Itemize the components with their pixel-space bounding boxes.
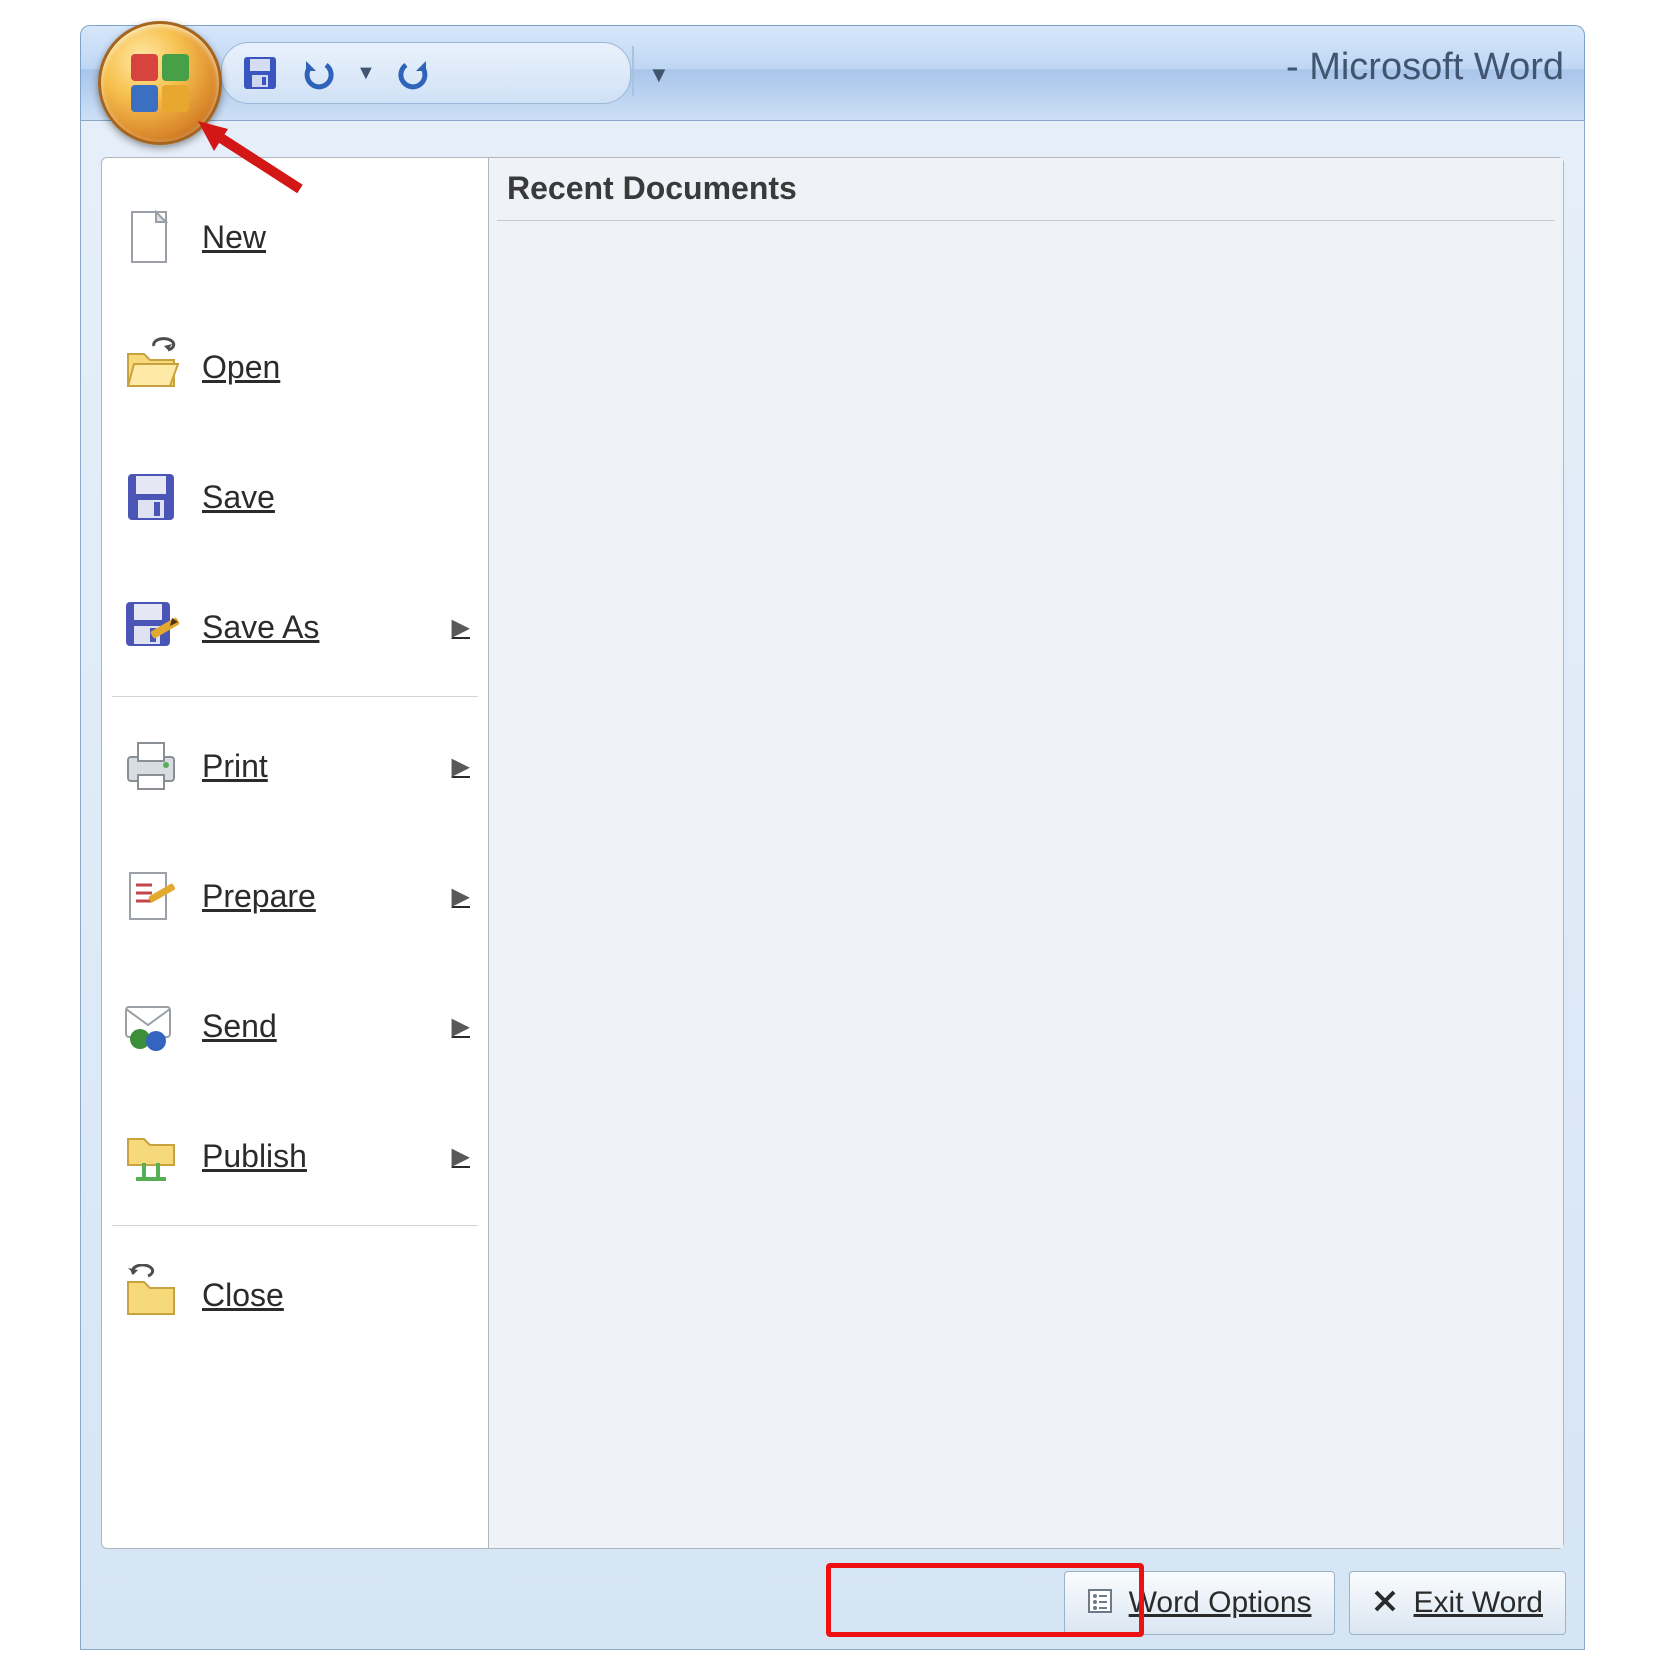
quick-access-toolbar: ▼ xyxy=(221,42,631,104)
menu-item-save-as[interactable]: Save As ▶ xyxy=(110,562,480,692)
close-icon xyxy=(1372,1588,1402,1618)
menu-item-open[interactable]: Open xyxy=(110,302,480,432)
menu-item-close[interactable]: Close xyxy=(110,1230,480,1360)
menu-item-label: Publish xyxy=(202,1138,432,1175)
exit-word-button[interactable]: Exit Word xyxy=(1349,1571,1566,1635)
exit-word-label: Exit Word xyxy=(1414,1586,1543,1620)
app-window: ▼ ▼ - Microsoft Word New xyxy=(80,25,1585,1650)
menu-item-label: Print xyxy=(202,748,432,785)
office-menu: New Open Save xyxy=(80,120,1585,1650)
qat-separator xyxy=(632,46,634,96)
recent-documents-header: Recent Documents xyxy=(507,170,797,207)
prepare-icon xyxy=(120,865,182,927)
chevron-right-icon: ▶ xyxy=(452,613,470,642)
menu-item-print[interactable]: Print ▶ xyxy=(110,701,480,831)
window-title: - Microsoft Word xyxy=(1286,46,1564,89)
folder-close-icon xyxy=(120,1264,182,1326)
publish-icon xyxy=(120,1125,182,1187)
menu-item-send[interactable]: Send ▶ xyxy=(110,961,480,1091)
chevron-right-icon: ▶ xyxy=(452,1012,470,1041)
annotation-arrow-icon xyxy=(190,119,310,199)
menu-item-save[interactable]: Save xyxy=(110,432,480,562)
menu-item-label: Prepare xyxy=(202,878,432,915)
chevron-right-icon: ▶ xyxy=(452,1142,470,1171)
menu-separator xyxy=(112,1225,478,1226)
folder-open-icon xyxy=(120,336,182,398)
office-menu-footer: Word Options Exit Word xyxy=(81,1557,1584,1649)
options-icon xyxy=(1087,1588,1117,1618)
qat-customize-icon[interactable]: ▼ xyxy=(648,62,670,88)
menu-item-label: Save As xyxy=(202,609,432,646)
menu-item-prepare[interactable]: Prepare ▶ xyxy=(110,831,480,961)
menu-item-label: Open xyxy=(202,349,470,386)
menu-item-label: Send xyxy=(202,1008,432,1045)
office-menu-left: New Open Save xyxy=(102,158,489,1548)
save-icon[interactable] xyxy=(240,53,280,93)
title-bar: ▼ ▼ - Microsoft Word xyxy=(80,25,1585,121)
chevron-right-icon: ▶ xyxy=(452,752,470,781)
recent-documents-panel: Recent Documents xyxy=(489,158,1563,1548)
send-icon xyxy=(120,995,182,1057)
office-menu-panel: New Open Save xyxy=(101,157,1564,1549)
chevron-right-icon: ▶ xyxy=(452,882,470,911)
redo-icon[interactable] xyxy=(394,53,434,93)
menu-item-publish[interactable]: Publish ▶ xyxy=(110,1091,480,1221)
word-options-label: Word Options xyxy=(1129,1586,1312,1620)
floppy-icon xyxy=(120,466,182,528)
printer-icon xyxy=(120,735,182,797)
undo-dropdown-icon[interactable]: ▼ xyxy=(356,62,376,85)
menu-item-label: New xyxy=(202,219,470,256)
recent-documents-divider xyxy=(497,220,1555,221)
menu-item-label: Close xyxy=(202,1277,470,1314)
undo-icon[interactable] xyxy=(298,53,338,93)
menu-separator xyxy=(112,696,478,697)
word-options-button[interactable]: Word Options xyxy=(1064,1571,1335,1635)
menu-item-label: Save xyxy=(202,479,470,516)
new-document-icon xyxy=(120,206,182,268)
floppy-pencil-icon xyxy=(120,596,182,658)
